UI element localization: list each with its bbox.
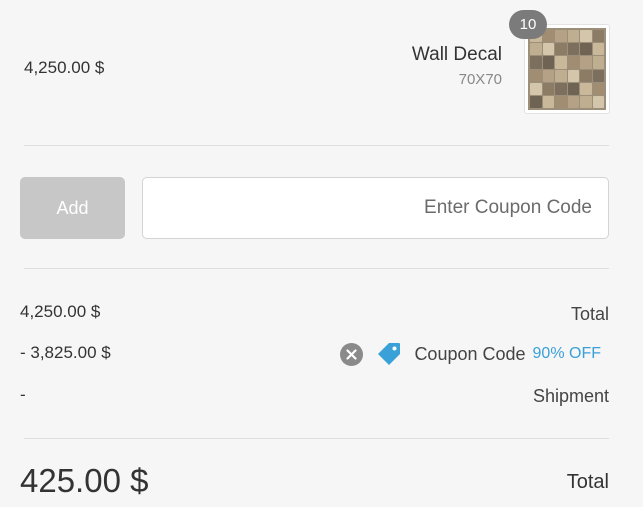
thumbnail-tile <box>567 82 579 95</box>
wall-decal-letters-image <box>528 28 606 110</box>
thumbnail-tile <box>530 95 542 108</box>
item-variant: 70X70 <box>458 71 502 88</box>
thumbnail-tile <box>592 43 604 56</box>
thumbnail-tile <box>592 56 604 69</box>
grand-total-label: Total <box>566 471 609 493</box>
thumbnail-tile <box>530 82 542 95</box>
thumbnail-tile <box>530 56 542 69</box>
thumbnail-tile <box>592 69 604 82</box>
coupon-code-input[interactable] <box>142 177 609 239</box>
thumbnail-tile <box>555 69 567 82</box>
thumbnail-tile <box>567 69 579 82</box>
subtotal-value: 4,250.00 $ <box>20 302 101 321</box>
quantity-badge: 10 <box>509 10 547 39</box>
thumbnail-tile <box>567 30 579 43</box>
shipment-label: Shipment <box>532 386 609 406</box>
thumbnail-tile <box>580 69 592 82</box>
tag-icon <box>376 342 402 366</box>
thumbnail-tile <box>542 95 554 108</box>
divider <box>24 268 609 269</box>
divider <box>24 145 609 146</box>
thumbnail-tile <box>530 43 542 56</box>
thumbnail-tile <box>592 30 604 43</box>
thumbnail-tile <box>567 43 579 56</box>
grand-total-value: 425.00 $ <box>20 462 149 499</box>
coupon-label: Coupon Code <box>414 343 526 364</box>
applied-coupon: Coupon Code 90% OFF <box>340 342 601 366</box>
shipment-value: - <box>20 385 26 404</box>
thumbnail-tile <box>542 56 554 69</box>
thumbnail-tile <box>555 30 567 43</box>
thumbnail-tile <box>555 95 567 108</box>
item-name: Wall Decal <box>411 44 502 65</box>
thumbnail-tile <box>580 30 592 43</box>
thumbnail-tile <box>592 95 604 108</box>
add-coupon-button[interactable]: Add <box>20 177 125 239</box>
remove-coupon-icon[interactable] <box>340 342 364 366</box>
item-price: 4,250.00 $ <box>24 58 105 77</box>
divider <box>24 438 609 439</box>
thumbnail-tile <box>580 95 592 108</box>
thumbnail-tile <box>580 82 592 95</box>
thumbnail-tile <box>567 56 579 69</box>
thumbnail-tile <box>555 82 567 95</box>
thumbnail-tile <box>580 43 592 56</box>
thumbnail-tile <box>592 82 604 95</box>
thumbnail-tile <box>542 82 554 95</box>
thumbnail-tile <box>542 43 554 56</box>
subtotal-label: Total <box>570 304 609 324</box>
thumbnail-tile <box>555 43 567 56</box>
thumbnail-tile <box>567 95 579 108</box>
thumbnail-tile <box>530 69 542 82</box>
thumbnail-tile <box>580 56 592 69</box>
thumbnail-tile <box>542 69 554 82</box>
discount-value: - 3,825.00 $ <box>20 343 111 362</box>
thumbnail-tile <box>555 56 567 69</box>
coupon-discount-badge: 90% OFF <box>532 345 601 362</box>
